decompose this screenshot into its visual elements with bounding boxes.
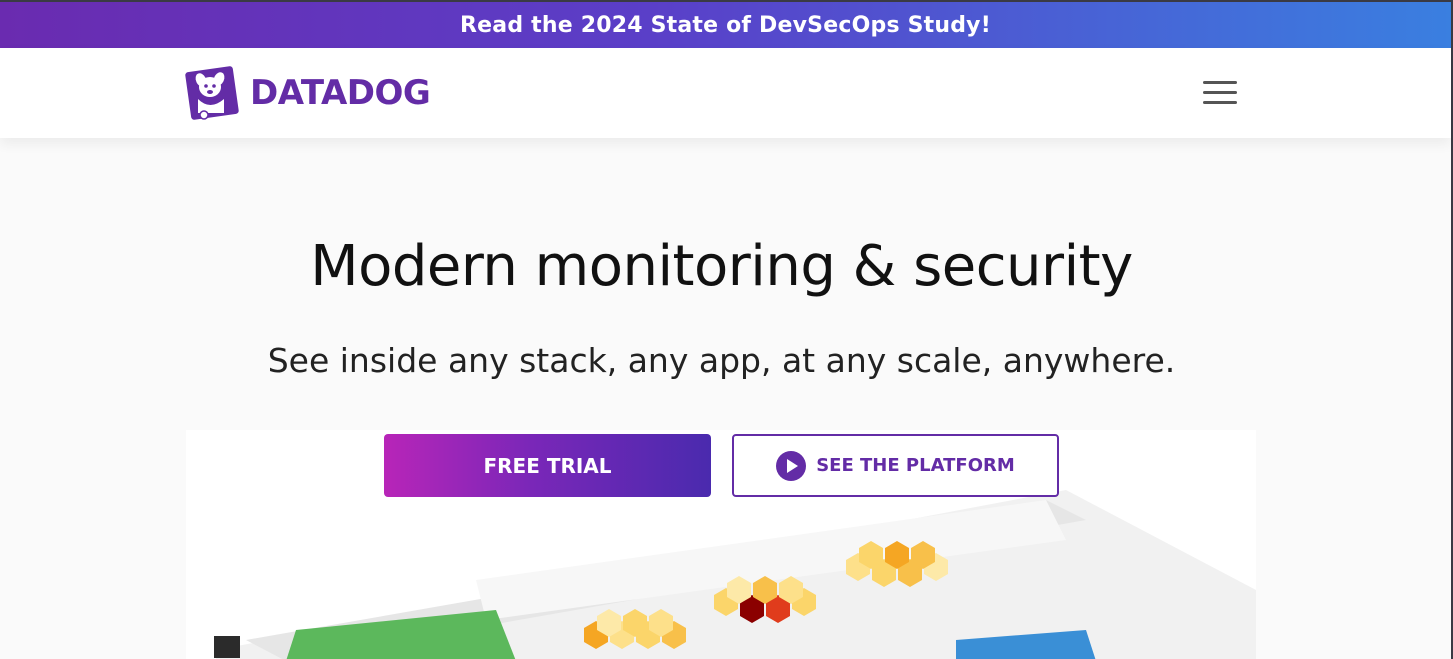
datadog-logo[interactable]: DATADOG bbox=[184, 62, 431, 124]
free-trial-label: FREE TRIAL bbox=[483, 453, 612, 478]
see-the-platform-button[interactable]: SEE THE PLATFORM bbox=[732, 434, 1059, 497]
hamburger-menu-icon[interactable] bbox=[1203, 81, 1239, 107]
hero-subtitle: See inside any stack, any app, at any sc… bbox=[267, 341, 1176, 380]
hero-title: Modern monitoring & security bbox=[310, 234, 1133, 299]
product-dashboard-image bbox=[186, 430, 1256, 659]
menu-line bbox=[1203, 91, 1237, 94]
datadog-dog-icon bbox=[185, 66, 239, 120]
promo-banner-text[interactable]: Read the 2024 State of DevSecOps Study! bbox=[460, 13, 991, 38]
top-navbar: DATADOG bbox=[0, 48, 1451, 138]
dashboard-illustration bbox=[214, 490, 1256, 659]
logo-wordmark: DATADOG bbox=[250, 73, 431, 113]
see-the-platform-label: SEE THE PLATFORM bbox=[816, 455, 1015, 476]
promo-banner[interactable]: Read the 2024 State of DevSecOps Study! bbox=[0, 2, 1451, 48]
menu-line bbox=[1203, 81, 1237, 84]
free-trial-button[interactable]: FREE TRIAL bbox=[384, 434, 711, 497]
play-icon bbox=[776, 450, 807, 481]
menu-line bbox=[1203, 101, 1237, 104]
